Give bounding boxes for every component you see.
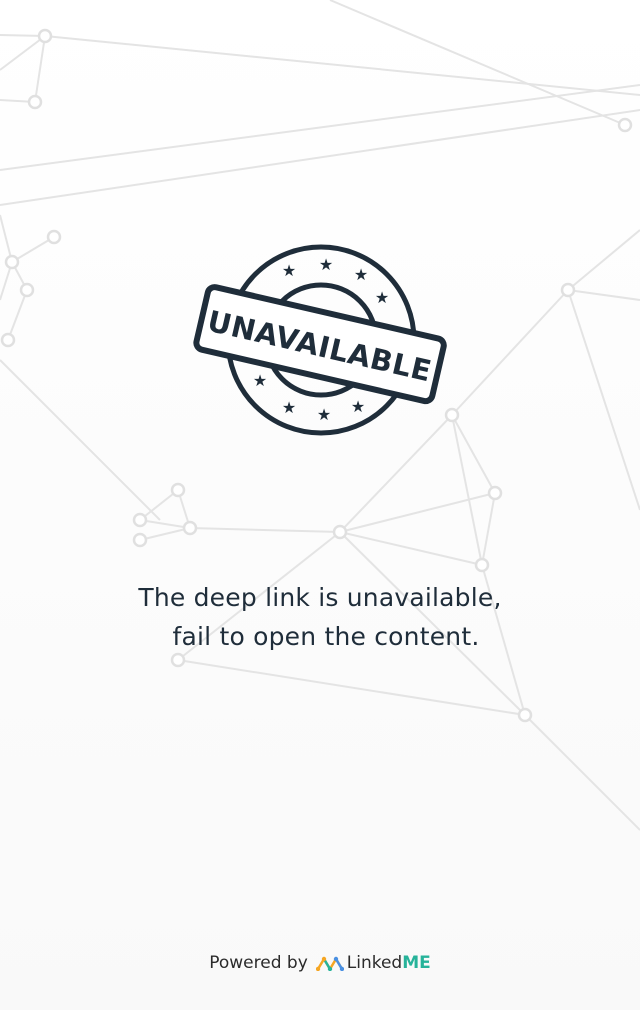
svg-text:★: ★ xyxy=(351,397,365,416)
powered-by-label: Powered by xyxy=(209,953,308,973)
linkedme-logo-icon xyxy=(315,956,344,971)
svg-text:★: ★ xyxy=(317,405,331,424)
error-message-line-1: The deep link is unavailable, xyxy=(138,583,502,612)
error-message: The deep link is unavailable, fail to op… xyxy=(0,578,640,656)
powered-by-footer: Powered by Linked ME xyxy=(0,948,640,978)
error-message-line-2: fail to open the content. xyxy=(172,622,480,651)
linkedme-logo: Linked ME xyxy=(315,953,431,973)
svg-text:★: ★ xyxy=(319,255,333,274)
svg-text:★: ★ xyxy=(375,288,389,307)
svg-text:★: ★ xyxy=(282,261,296,280)
network-background xyxy=(0,0,640,831)
unavailable-stamp-icon: ★ ★ ★ ★ ★ ★ ★ ★ UNAVAILABLE xyxy=(193,244,447,436)
error-page: ★ ★ ★ ★ ★ ★ ★ ★ UNAVAILABLE The deep lin… xyxy=(0,0,640,1010)
svg-text:★: ★ xyxy=(282,398,296,417)
svg-text:★: ★ xyxy=(354,265,368,284)
svg-text:★: ★ xyxy=(253,371,267,390)
brand-me: ME xyxy=(402,953,431,973)
brand-linked: Linked xyxy=(346,953,403,973)
